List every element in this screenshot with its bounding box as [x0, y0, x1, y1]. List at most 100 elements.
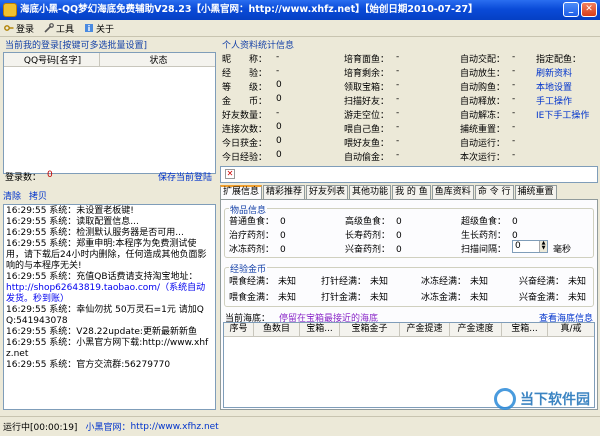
stat-feed-own: 喂自己鱼： - [344, 122, 400, 135]
toolbar: 登录 工具 关于 [0, 20, 600, 37]
tab-my-fish[interactable]: 我 的 鱼 [392, 185, 431, 199]
watermark: 当下软件园 [494, 388, 590, 410]
accounts-section-title: 当前我的登录[按键可多选批量设置] [5, 41, 148, 51]
log-line: 16:29:55 系统：幸仙勿扰 50万灵石=1元 请加QQ:541943078 [6, 305, 204, 326]
item-freeze-potion: 冰冻药剂： 0 [229, 245, 286, 255]
stat-gold: 金 币： 0 [222, 94, 282, 107]
stat-assigned-fish: 指定配鱼： [536, 55, 582, 65]
site-link[interactable]: http://www.xfhz.net [130, 422, 218, 432]
col-chest-1[interactable]: 宝箱... [300, 323, 340, 336]
item-normal-food: 普通鱼食： 0 [229, 217, 286, 227]
stat-nickname: 昵 称： - [222, 52, 280, 65]
stat-roam-slots: 游走空位： - [344, 108, 400, 121]
excite-gold-full: 兴奋金满： 未知 [519, 293, 587, 303]
col-fish-count[interactable]: 鱼数目 [254, 323, 300, 336]
log-area[interactable]: 16:29:55 系统：未设置老板键! 16:29:55 系统：读取配置信息..… [3, 204, 216, 410]
log-line: 16:29:55 系统：官方交流群:56279770 [6, 360, 171, 370]
account-list[interactable]: QQ号码[名字] 状态 [3, 52, 216, 174]
item-longevity-potion: 长寿药剂： 0 [345, 231, 402, 241]
stats-section-title: 个人资料统计信息 [222, 41, 295, 51]
stat-friends: 好友数量： - [222, 108, 280, 121]
stat-connections: 连接次数： 0 [222, 122, 282, 135]
stat-scan-friends: 扫描好友： - [344, 94, 400, 107]
save-login-button[interactable]: 保存当前登陆 [158, 170, 212, 183]
scan-interval-unit: 毫秒 [553, 245, 572, 255]
col-gold-boost[interactable]: 产金提速 [400, 323, 450, 336]
col-qq-header[interactable]: QQ号码[名字] [4, 53, 100, 66]
tab-fish-library[interactable]: 鱼库资料 [431, 185, 474, 199]
log-line: 16:29:55 系统：小黑官方网下载:http://www.xhfz.net [6, 338, 209, 359]
extended-info-pane: 物品信息 普通鱼食： 0 高级鱼食： 0 超级鱼食： 0 治疗药剂： 0 长寿药剂： 0 … [220, 199, 598, 410]
stat-auto-run: 自动运行： - [460, 136, 516, 149]
copy-log-button[interactable]: 拷贝 [29, 189, 47, 202]
running-status: 运行中[00:00:19] [3, 423, 78, 433]
account-list-header: QQ号码[名字] 状态 [4, 53, 215, 67]
broken-image-icon: ✕ [225, 169, 235, 179]
login-count-row: 登录数： 0 保存当前登陆 [3, 168, 216, 183]
col-chest-2[interactable]: 宝箱... [502, 323, 548, 336]
inject-exp-full: 打针经满： 未知 [321, 277, 389, 287]
tab-recommend[interactable]: 精彩推荐 [263, 185, 306, 199]
tab-command[interactable]: 命 令 行 [474, 185, 514, 199]
stat-auto-mate: 自动交配： - [460, 52, 516, 65]
tab-extended-info[interactable]: 扩展信息 [220, 185, 263, 199]
col-index[interactable]: 序号 [224, 323, 254, 336]
scan-interval-spinner[interactable]: 0 ▲ ▼ [512, 240, 548, 253]
log-line: 16:29:55 系统：V28.22update:更新最新新鱼 [6, 327, 197, 337]
log-line: 16:29:55 系统：充值QB话费请支持淘宝地址： [6, 272, 198, 282]
item-heal-potion: 治疗药剂： 0 [229, 231, 286, 241]
info-icon [85, 24, 94, 32]
manual-operation-link[interactable]: 手工操作 [536, 94, 572, 107]
inject-gold-full: 打针金满： 未知 [321, 293, 389, 303]
local-settings-link[interactable]: 本地设置 [536, 80, 572, 93]
item-advanced-food: 高级鱼食： 0 [345, 217, 402, 227]
scan-interval-label: 扫描间隔： [461, 245, 507, 255]
login-count-label: 登录数： [5, 173, 42, 183]
stat-this-run: 本次运行： - [460, 150, 516, 163]
items-group: 物品信息 普通鱼食： 0 高级鱼食： 0 超级鱼食： 0 治疗药剂： 0 长寿药剂： 0 … [224, 203, 594, 258]
stat-today-gold: 今日获金： 0 [222, 136, 282, 149]
stat-reset: 捕统重置： - [460, 122, 516, 135]
tab-other[interactable]: 其他功能 [349, 185, 392, 199]
spinner-arrows-icon[interactable]: ▲ ▼ [539, 241, 547, 252]
tab-friends[interactable]: 好友列表 [306, 185, 349, 199]
stat-auto-free: 自动释放： - [460, 94, 516, 107]
log-link-line[interactable]: http://shop62643819.taobao.com/（系统自动发货。秒… [6, 283, 213, 305]
col-gold-speed[interactable]: 产金速度 [450, 323, 502, 336]
right-panel: 个人资料统计信息 昵 称： - 经 验： - 等 级： 0 金 币： 0 好友数量： - … [220, 37, 598, 410]
wrench-icon [44, 23, 54, 33]
log-line: 16:29:55 系统：读取配置信息... [6, 217, 139, 227]
stat-exp: 经 验： - [222, 66, 280, 79]
ie-manual-operation-link[interactable]: IE下手工操作 [536, 108, 589, 121]
exp-gold-group: 经验金币 喂食经满： 未知 打针经满： 未知 冰冻经满： 未知 兴奋经满： 未知 喂食金… [224, 262, 594, 307]
tools-button[interactable]: 工具 [44, 22, 74, 35]
feed-gold-full: 喂食金满： 未知 [229, 293, 297, 303]
close-button[interactable]: ✕ [581, 2, 597, 17]
log-line: 16:29:55 系统：检测默认服务器是否可用... [6, 228, 184, 238]
login-count: 0 [47, 170, 53, 180]
col-real[interactable]: 真/戒 [548, 323, 594, 336]
site-label: 小黑官网： [85, 423, 131, 433]
col-chest-gold[interactable]: 宝箱金子 [340, 323, 400, 336]
stat-today-exp: 今日经验： 0 [222, 150, 282, 163]
refresh-profile-link[interactable]: 刷新资料 [536, 66, 572, 79]
stat-breed-remaining: 培育剩余： - [344, 66, 400, 79]
freeze-gold-full: 冰冻金满： 未知 [421, 293, 489, 303]
stat-breed-fish: 培育面鱼： - [344, 52, 400, 65]
minimize-button[interactable]: _ [563, 2, 579, 17]
item-super-food: 超级鱼食： 0 [461, 217, 518, 227]
excite-exp-full: 兴奋经满： 未知 [519, 277, 587, 287]
clear-log-button[interactable]: 清除 [3, 189, 21, 202]
stat-auto-thaw: 自动解冻： - [460, 108, 516, 121]
col-status-header[interactable]: 状态 [100, 53, 215, 66]
window-controls: _ ✕ [563, 2, 597, 17]
stat-feed-friends: 喂好友鱼： - [344, 136, 400, 149]
tab-reset[interactable]: 捕统重置 [514, 185, 557, 199]
stat-claim-chest: 领取宝箱： - [344, 80, 400, 93]
title-bar: 海底小黑-QQ梦幻海底免费辅助V28.23【小黑官网：http://www.xh… [0, 0, 600, 20]
stat-auto-release: 自动放生： - [460, 66, 516, 79]
login-button[interactable]: 登录 [4, 22, 34, 35]
log-line: 16:29:55 系统：郑重申明:本程序为免费测试使用，请下载后24小时内删除，… [6, 239, 207, 271]
item-growth-potion: 生长药剂： 0 [461, 231, 518, 241]
about-button[interactable]: 关于 [84, 22, 114, 35]
